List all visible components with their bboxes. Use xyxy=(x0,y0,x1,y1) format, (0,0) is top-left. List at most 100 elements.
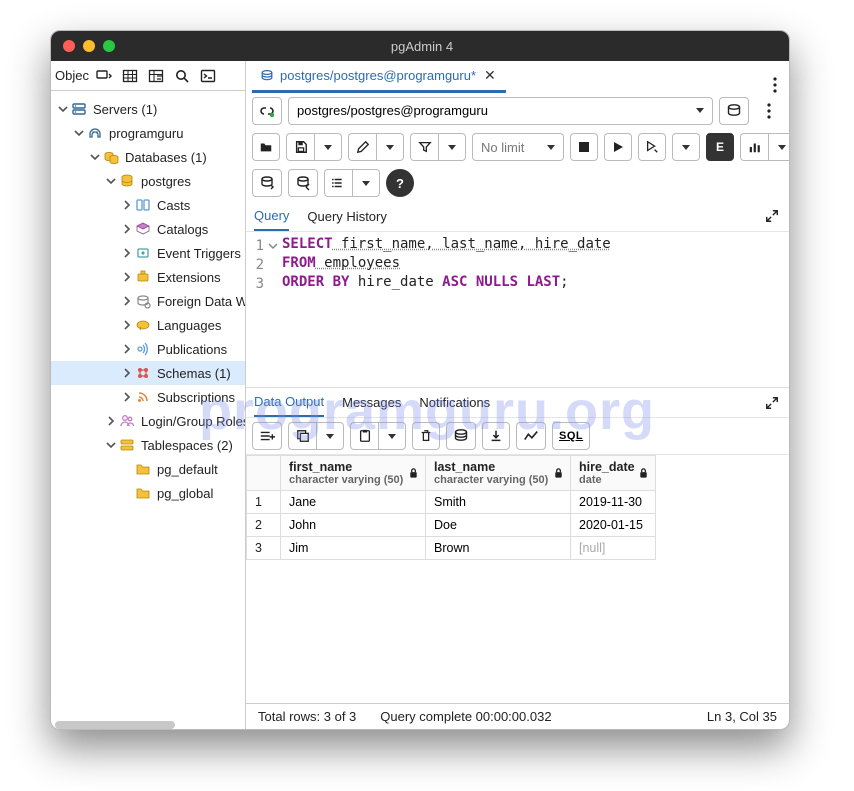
object-tree[interactable]: Servers (1)programguruDatabases (1)postg… xyxy=(51,91,245,721)
tree-twisty-icon[interactable] xyxy=(121,487,133,499)
tree-twisty-icon[interactable] xyxy=(105,439,117,451)
query-history-tab[interactable]: Query History xyxy=(307,203,386,230)
edit-button[interactable] xyxy=(348,133,376,161)
filter-rows-icon[interactable] xyxy=(143,64,169,88)
explain-analyze-dropdown[interactable] xyxy=(768,133,790,161)
edit-dropdown[interactable] xyxy=(376,133,404,161)
close-window-button[interactable] xyxy=(63,40,75,52)
tree-node[interactable]: Login/Group Roles xyxy=(51,409,245,433)
cell[interactable]: John xyxy=(281,514,426,537)
explain-dropdown[interactable] xyxy=(672,133,700,161)
commit-button[interactable] xyxy=(252,169,282,197)
connection-menu-button[interactable] xyxy=(755,103,783,119)
explain-analyze-button[interactable] xyxy=(740,133,768,161)
search-objects-icon[interactable] xyxy=(169,64,195,88)
cell[interactable]: Brown xyxy=(426,537,571,560)
tree-node[interactable]: Foreign Data W xyxy=(51,289,245,313)
expand-output-icon[interactable] xyxy=(763,394,781,412)
help-button[interactable]: ? xyxy=(386,169,414,197)
cell[interactable]: [null] xyxy=(571,537,656,560)
save-file-dropdown[interactable] xyxy=(314,133,342,161)
tree-twisty-icon[interactable] xyxy=(121,295,133,307)
view-data-icon[interactable] xyxy=(117,64,143,88)
tree-node[interactable]: pg_default xyxy=(51,457,245,481)
sidebar-horizontal-scrollbar[interactable] xyxy=(51,721,245,729)
psql-tool-icon[interactable] xyxy=(195,64,221,88)
save-file-button[interactable] xyxy=(286,133,314,161)
new-connection-button[interactable] xyxy=(719,97,749,125)
tree-node[interactable]: Publications xyxy=(51,337,245,361)
delete-row-button[interactable] xyxy=(412,422,440,450)
copy-dropdown[interactable] xyxy=(316,422,344,450)
fold-icon[interactable] xyxy=(268,241,278,251)
tree-twisty-icon[interactable] xyxy=(89,151,101,163)
tree-node[interactable]: Subscriptions xyxy=(51,385,245,409)
column-header[interactable]: last_namecharacter varying (50) xyxy=(426,456,571,491)
cell[interactable]: Smith xyxy=(426,491,571,514)
tree-node[interactable]: postgres xyxy=(51,169,245,193)
tree-node[interactable]: Servers (1) xyxy=(51,97,245,121)
execute-query-button[interactable] xyxy=(638,133,666,161)
messages-tab[interactable]: Messages xyxy=(342,389,401,416)
tree-node[interactable]: Languages xyxy=(51,313,245,337)
minimize-window-button[interactable] xyxy=(83,40,95,52)
query-tool-icon[interactable] xyxy=(91,64,117,88)
filter-button[interactable] xyxy=(410,133,438,161)
data-output-tab[interactable]: Data Output xyxy=(254,388,324,417)
row-limit-select[interactable]: No limit xyxy=(472,133,564,161)
editor-content[interactable]: SELECT first_name, last_name, hire_date … xyxy=(282,232,789,387)
tree-twisty-icon[interactable] xyxy=(121,463,133,475)
macros-dropdown[interactable] xyxy=(352,169,380,197)
expand-editor-icon[interactable] xyxy=(763,207,781,225)
zoom-window-button[interactable] xyxy=(103,40,115,52)
tree-twisty-icon[interactable] xyxy=(121,343,133,355)
tree-node[interactable]: Casts xyxy=(51,193,245,217)
table-row[interactable]: 1JaneSmith2019-11-30 xyxy=(247,491,656,514)
tree-twisty-icon[interactable] xyxy=(121,223,133,235)
tree-twisty-icon[interactable] xyxy=(121,319,133,331)
macros-button[interactable] xyxy=(324,169,352,197)
filter-dropdown[interactable] xyxy=(438,133,466,161)
cell[interactable]: 2019-11-30 xyxy=(571,491,656,514)
tree-twisty-icon[interactable] xyxy=(73,127,85,139)
save-data-button[interactable] xyxy=(446,422,476,450)
tab-close-icon[interactable]: ✕ xyxy=(482,67,496,84)
tree-node[interactable]: Databases (1) xyxy=(51,145,245,169)
table-row[interactable]: 2JohnDoe2020-01-15 xyxy=(247,514,656,537)
connection-status-button[interactable] xyxy=(252,97,282,125)
copy-button[interactable] xyxy=(288,422,316,450)
download-button[interactable] xyxy=(482,422,510,450)
connection-select[interactable]: postgres/postgres@programguru xyxy=(288,97,713,125)
cell[interactable]: Doe xyxy=(426,514,571,537)
paste-button[interactable] xyxy=(350,422,378,450)
query-editor-tab[interactable]: postgres/postgres@programguru* ✕ xyxy=(252,61,506,93)
table-row[interactable]: 3JimBrown[null] xyxy=(247,537,656,560)
tree-twisty-icon[interactable] xyxy=(121,199,133,211)
paste-dropdown[interactable] xyxy=(378,422,406,450)
graph-visualizer-button[interactable] xyxy=(516,422,546,450)
column-header[interactable]: first_namecharacter varying (50) xyxy=(281,456,426,491)
column-header[interactable]: hire_datedate xyxy=(571,456,656,491)
tab-menu-button[interactable] xyxy=(761,77,789,93)
cell[interactable]: Jane xyxy=(281,491,426,514)
tree-twisty-icon[interactable] xyxy=(105,415,117,427)
tree-twisty-icon[interactable] xyxy=(57,103,69,115)
tree-twisty-icon[interactable] xyxy=(121,367,133,379)
tree-node[interactable]: pg_global xyxy=(51,481,245,505)
explain-button[interactable]: E xyxy=(706,133,734,161)
tree-twisty-icon[interactable] xyxy=(105,175,117,187)
sql-editor[interactable]: 1 2 3 SELECT first_name, last_name, hire… xyxy=(246,231,789,387)
notifications-tab[interactable]: Notifications xyxy=(419,389,490,416)
tree-node[interactable]: Schemas (1) xyxy=(51,361,245,385)
execute-button[interactable] xyxy=(604,133,632,161)
sql-button[interactable]: SQL xyxy=(552,422,590,450)
tree-twisty-icon[interactable] xyxy=(121,247,133,259)
cell[interactable]: Jim xyxy=(281,537,426,560)
add-row-button[interactable] xyxy=(252,422,282,450)
tree-node[interactable]: Extensions xyxy=(51,265,245,289)
stop-button[interactable] xyxy=(570,133,598,161)
query-tab[interactable]: Query xyxy=(254,202,289,231)
tree-twisty-icon[interactable] xyxy=(121,271,133,283)
tree-node[interactable]: Event Triggers xyxy=(51,241,245,265)
tree-twisty-icon[interactable] xyxy=(121,391,133,403)
